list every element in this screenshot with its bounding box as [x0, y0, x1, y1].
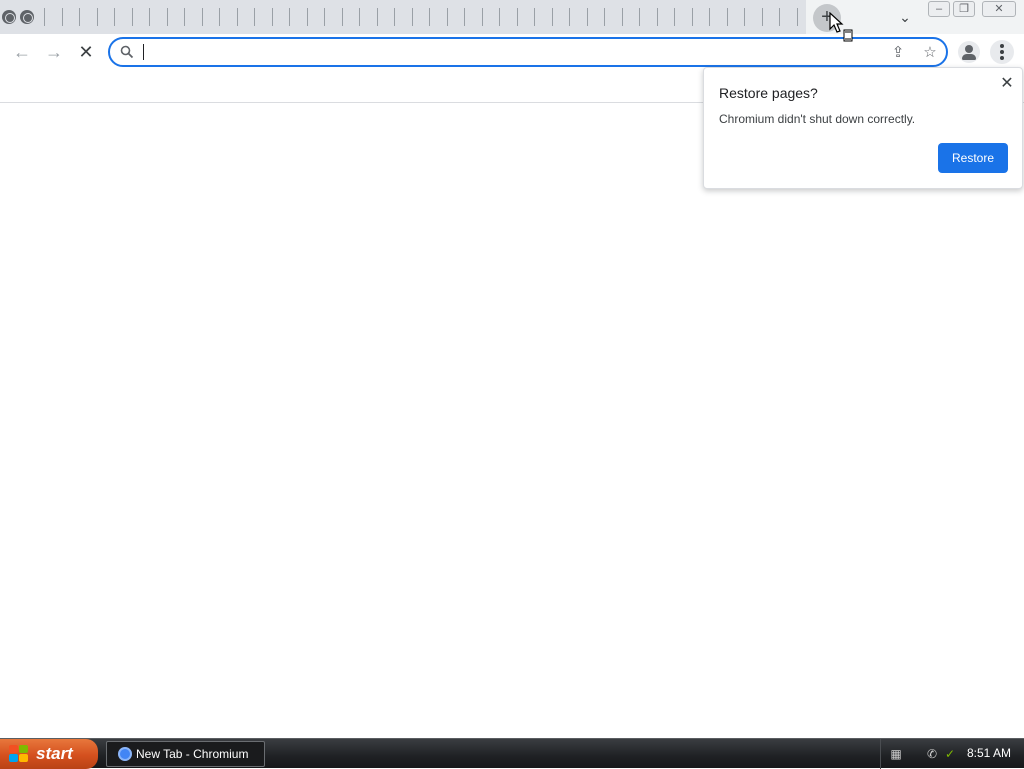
text-caret	[143, 44, 144, 60]
tab[interactable]	[649, 0, 667, 34]
taskbar: start New Tab - Chromium ▦ ✆ ✓ 8:51 AM	[0, 738, 1024, 769]
start-label: start	[36, 744, 73, 763]
tab[interactable]	[544, 0, 562, 34]
tab[interactable]	[719, 0, 737, 34]
tab[interactable]	[701, 0, 719, 34]
browser-menu-button[interactable]	[990, 40, 1014, 64]
tab[interactable]	[561, 0, 579, 34]
tab-strip: + ⌄ – ❐ ✕	[0, 0, 1024, 34]
bubble-message: Chromium didn't shut down correctly.	[719, 112, 916, 126]
keyboard-icon[interactable]: ▦	[889, 747, 903, 761]
forward-button[interactable]: →	[40, 38, 68, 66]
tab[interactable]	[316, 0, 334, 34]
tab[interactable]	[194, 0, 212, 34]
tab[interactable]	[124, 0, 142, 34]
windows-logo-icon	[9, 745, 29, 763]
close-window-button[interactable]: ✕	[982, 1, 1016, 17]
tab-list	[0, 0, 806, 34]
tab[interactable]	[89, 0, 107, 34]
tab[interactable]	[404, 0, 422, 34]
share-icon[interactable]: ⇪	[888, 43, 908, 63]
tab[interactable]	[456, 0, 474, 34]
toolbar: ← → ✕ ⇪ ☆	[0, 34, 1024, 70]
network-icon[interactable]: ✆	[925, 747, 939, 761]
tab[interactable]	[176, 0, 194, 34]
safely-remove-icon[interactable]: ✓	[943, 747, 957, 761]
tab[interactable]	[141, 0, 159, 34]
tab[interactable]	[386, 0, 404, 34]
tab[interactable]	[369, 0, 387, 34]
tab[interactable]	[789, 0, 807, 34]
mouse-cursor-icon	[829, 12, 853, 42]
tab[interactable]	[439, 0, 457, 34]
profile-avatar-icon[interactable]	[958, 41, 980, 63]
tab[interactable]	[54, 0, 72, 34]
bubble-title: Restore pages?	[719, 85, 818, 101]
tab[interactable]	[36, 0, 54, 34]
taskbar-item-label: New Tab - Chromium	[136, 747, 249, 761]
tab[interactable]	[334, 0, 352, 34]
tab[interactable]	[614, 0, 632, 34]
tab[interactable]	[526, 0, 544, 34]
tab[interactable]	[596, 0, 614, 34]
restore-pages-bubble: Restore pages? Chromium didn't shut down…	[703, 67, 1023, 189]
clock: 8:51 AM	[967, 746, 1012, 760]
globe-icon	[2, 10, 16, 24]
taskbar-item-chromium[interactable]: New Tab - Chromium	[106, 741, 265, 767]
stop-button[interactable]: ✕	[72, 38, 100, 66]
restore-window-button[interactable]: ❐	[953, 1, 975, 17]
tab[interactable]	[246, 0, 264, 34]
back-button[interactable]: ←	[8, 38, 36, 66]
tab[interactable]	[491, 0, 509, 34]
tab[interactable]	[631, 0, 649, 34]
tab[interactable]	[106, 0, 124, 34]
tab[interactable]	[211, 0, 229, 34]
tab[interactable]	[351, 0, 369, 34]
tab[interactable]	[264, 0, 282, 34]
tab[interactable]	[0, 0, 18, 34]
close-icon[interactable]: ✕	[997, 74, 1017, 94]
tab[interactable]	[299, 0, 317, 34]
tab[interactable]	[229, 0, 247, 34]
tab[interactable]	[579, 0, 597, 34]
tab[interactable]	[754, 0, 772, 34]
search-icon	[120, 45, 134, 59]
omnibox[interactable]: ⇪ ☆	[108, 37, 948, 67]
chromium-icon	[118, 747, 132, 761]
restore-button[interactable]: Restore	[938, 143, 1008, 173]
minimize-button[interactable]: –	[928, 1, 950, 17]
system-tray: ▦ ✆ ✓ 8:51 AM	[880, 739, 1024, 769]
tab[interactable]	[509, 0, 527, 34]
globe-icon	[20, 10, 34, 24]
tab[interactable]	[771, 0, 789, 34]
tab[interactable]	[159, 0, 177, 34]
start-button[interactable]: start	[0, 739, 98, 769]
tab[interactable]	[421, 0, 439, 34]
address-input[interactable]	[142, 42, 882, 62]
tab[interactable]	[18, 0, 36, 34]
bookmark-star-icon[interactable]: ☆	[920, 43, 940, 63]
chromium-window: + ⌄ – ❐ ✕ ← → ✕ ⇪ ☆ Restore pages? Chrom…	[0, 0, 1024, 738]
tab[interactable]	[71, 0, 89, 34]
tab-search-button[interactable]: ⌄	[893, 7, 917, 27]
tab[interactable]	[281, 0, 299, 34]
tab[interactable]	[684, 0, 702, 34]
tab[interactable]	[666, 0, 684, 34]
tab[interactable]	[736, 0, 754, 34]
tab[interactable]	[474, 0, 492, 34]
